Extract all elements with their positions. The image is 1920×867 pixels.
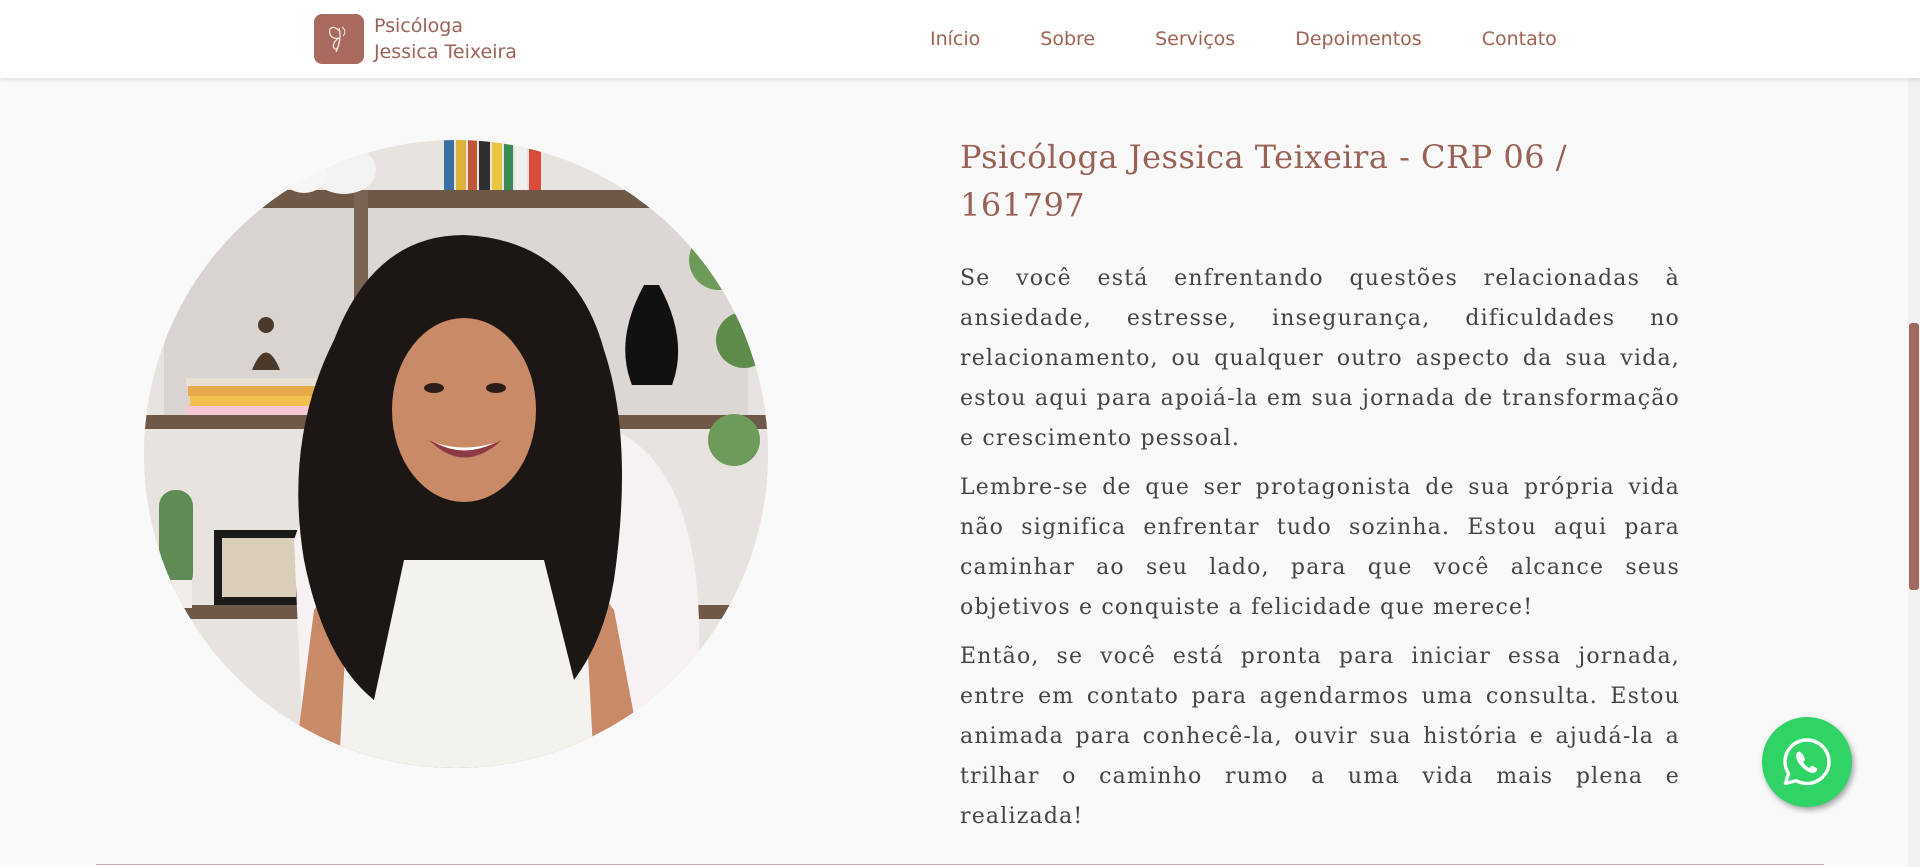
brand-line-1: Psicóloga bbox=[374, 15, 463, 37]
nav-item-servicos[interactable]: Serviços bbox=[1155, 28, 1235, 50]
section-divider bbox=[96, 864, 1824, 865]
whatsapp-button[interactable] bbox=[1762, 717, 1852, 807]
main-nav: Início Sobre Serviços Depoimentos Contat… bbox=[930, 0, 1557, 78]
butterfly-icon bbox=[328, 26, 346, 53]
nav-item-sobre[interactable]: Sobre bbox=[1040, 28, 1095, 50]
nav-item-depoimentos[interactable]: Depoimentos bbox=[1295, 28, 1422, 50]
about-paragraph-1: Se você está enfrentando questões relaci… bbox=[960, 266, 1680, 451]
about-section: Psicóloga Jessica Teixeira - CRP 06 / 16… bbox=[960, 133, 1680, 846]
scrollbar-thumb[interactable] bbox=[1909, 323, 1919, 590]
brand-name: Psicóloga Jessica Teixeira bbox=[374, 13, 517, 65]
about-paragraph-3: Então, se você está pronta para iniciar … bbox=[960, 644, 1680, 829]
profile-photo-illustration bbox=[144, 140, 768, 768]
brand-line-2: Jessica Teixeira bbox=[374, 41, 517, 63]
navbar: Psicóloga Jessica Teixeira Início Sobre … bbox=[0, 0, 1920, 78]
brand-home-link[interactable]: Psicóloga Jessica Teixeira bbox=[314, 14, 517, 64]
brand-logo bbox=[314, 14, 364, 64]
page-title: Psicóloga Jessica Teixeira - CRP 06 / 16… bbox=[960, 138, 1567, 224]
whatsapp-icon bbox=[1783, 738, 1831, 786]
about-paragraph-2: Lembre-se de que ser protagonista de sua… bbox=[960, 475, 1680, 620]
nav-item-inicio[interactable]: Início bbox=[930, 28, 980, 50]
scrollbar-track[interactable] bbox=[1908, 0, 1920, 867]
profile-photo bbox=[144, 140, 768, 768]
nav-item-contato[interactable]: Contato bbox=[1482, 28, 1557, 50]
